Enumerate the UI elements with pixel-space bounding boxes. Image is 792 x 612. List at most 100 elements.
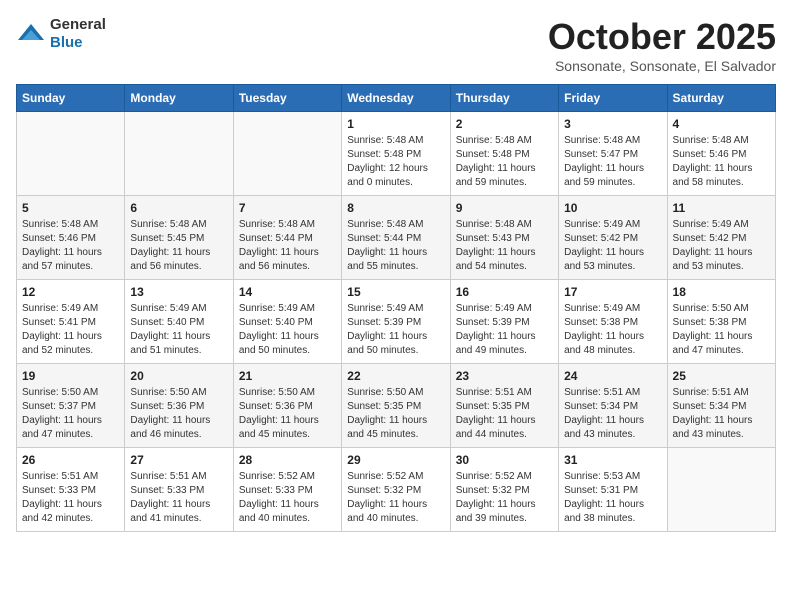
calendar-cell: 20 Sunrise: 5:50 AMSunset: 5:36 PMDayligh…: [125, 364, 233, 448]
calendar-week-5: 26Sunrise: 5:51 AMSunset: 5:33 PMDayligh…: [17, 448, 776, 532]
day-info: Sunrise: 5:50 AMSunset: 5:38 PMDaylight:…: [673, 302, 770, 358]
calendar-cell: 14 Sunrise: 5:49 AMSunset: 5:40 PMDayligh…: [233, 280, 341, 364]
day-number: 20: [130, 369, 227, 383]
day-info: Sunrise: 5:48 AMSunset: 5:45 PMDaylight:…: [130, 218, 227, 274]
day-info: Sunrise: 5:50 AMSunset: 5:36 PMDaylight:…: [239, 386, 336, 442]
calendar-week-3: 12Sunrise: 5:49 AMSunset: 5:41 PMDayligh…: [17, 280, 776, 364]
day-number: 1: [347, 117, 444, 131]
day-number: 16: [456, 285, 553, 299]
day-info: Sunrise: 5:49 AMSunset: 5:42 PMDaylight:…: [564, 218, 661, 274]
day-info: Sunrise: 5:53 AMSunset: 5:31 PMDaylight:…: [564, 470, 661, 526]
day-number: 19: [22, 369, 119, 383]
calendar-cell: 3Sunrise: 5:48 AMSunset: 5:47 PMDaylight…: [559, 112, 667, 196]
day-info: Sunrise: 5:49 AMSunset: 5:40 PMDaylight:…: [130, 302, 227, 358]
day-number: 18: [673, 285, 770, 299]
day-number: 10: [564, 201, 661, 215]
header-sunday: Sunday: [17, 85, 125, 112]
day-number: 6: [130, 201, 227, 215]
day-number: 4: [673, 117, 770, 131]
day-info: Sunrise: 5:52 AMSunset: 5:32 PMDaylight:…: [456, 470, 553, 526]
day-number: 31: [564, 453, 661, 467]
calendar-cell: 9 Sunrise: 5:48 AMSunset: 5:43 PMDaylight…: [450, 196, 558, 280]
day-number: 17: [564, 285, 661, 299]
day-number: 8: [347, 201, 444, 215]
day-info: Sunrise: 5:51 AMSunset: 5:34 PMDaylight:…: [673, 386, 770, 442]
day-number: 27: [130, 453, 227, 467]
day-number: 15: [347, 285, 444, 299]
day-number: 25: [673, 369, 770, 383]
day-number: 11: [673, 201, 770, 215]
calendar-cell: 4 Sunrise: 5:48 AMSunset: 5:46 PMDaylight…: [667, 112, 775, 196]
day-info: Sunrise: 5:51 AMSunset: 5:35 PMDaylight:…: [456, 386, 553, 442]
calendar-cell: 16 Sunrise: 5:49 AMSunset: 5:39 PMDayligh…: [450, 280, 558, 364]
day-info: Sunrise: 5:48 AMSunset: 5:44 PMDaylight:…: [347, 218, 444, 274]
day-info: Sunrise: 5:48 AMSunset: 5:46 PMDaylight:…: [673, 134, 770, 190]
header-tuesday: Tuesday: [233, 85, 341, 112]
day-info: Sunrise: 5:49 AMSunset: 5:39 PMDaylight:…: [456, 302, 553, 358]
day-number: 30: [456, 453, 553, 467]
day-info: Sunrise: 5:51 AMSunset: 5:33 PMDaylight:…: [130, 470, 227, 526]
title-area: October 2025 Sonsonate, Sonsonate, El Sa…: [548, 16, 776, 74]
day-info: Sunrise: 5:52 AMSunset: 5:32 PMDaylight:…: [347, 470, 444, 526]
calendar-week-4: 19 Sunrise: 5:50 AMSunset: 5:37 PMDayligh…: [17, 364, 776, 448]
calendar-cell: [17, 112, 125, 196]
day-info: Sunrise: 5:51 AMSunset: 5:33 PMDaylight:…: [22, 470, 119, 526]
calendar-cell: 26Sunrise: 5:51 AMSunset: 5:33 PMDayligh…: [17, 448, 125, 532]
day-info: Sunrise: 5:48 AMSunset: 5:48 PMDaylight:…: [456, 134, 553, 190]
day-number: 9: [456, 201, 553, 215]
logo-general: General: [50, 16, 106, 33]
calendar-cell: 8 Sunrise: 5:48 AMSunset: 5:44 PMDaylight…: [342, 196, 450, 280]
day-info: Sunrise: 5:49 AMSunset: 5:41 PMDaylight:…: [22, 302, 119, 358]
location-subtitle: Sonsonate, Sonsonate, El Salvador: [548, 58, 776, 74]
day-info: Sunrise: 5:48 AMSunset: 5:43 PMDaylight:…: [456, 218, 553, 274]
calendar-cell: 31 Sunrise: 5:53 AMSunset: 5:31 PMDayligh…: [559, 448, 667, 532]
calendar-cell: 11 Sunrise: 5:49 AMSunset: 5:42 PMDayligh…: [667, 196, 775, 280]
calendar-cell: 25 Sunrise: 5:51 AMSunset: 5:34 PMDayligh…: [667, 364, 775, 448]
calendar-week-1: 1 Sunrise: 5:48 AMSunset: 5:48 PMDaylight…: [17, 112, 776, 196]
day-info: Sunrise: 5:52 AMSunset: 5:33 PMDaylight:…: [239, 470, 336, 526]
calendar-table: SundayMondayTuesdayWednesdayThursdayFrid…: [16, 84, 776, 532]
day-info: Sunrise: 5:48 AMSunset: 5:47 PMDaylight:…: [564, 134, 661, 190]
calendar-cell: 1Sunrise: 5:48 AMSunset: 5:48 PMDaylight…: [342, 112, 450, 196]
day-info: Sunrise: 5:49 AMSunset: 5:42 PMDaylight:…: [673, 218, 770, 274]
calendar-cell: 12Sunrise: 5:49 AMSunset: 5:41 PMDayligh…: [17, 280, 125, 364]
day-number: 24: [564, 369, 661, 383]
day-number: 29: [347, 453, 444, 467]
day-number: 22: [347, 369, 444, 383]
calendar-cell: 13Sunrise: 5:49 AMSunset: 5:40 PMDayligh…: [125, 280, 233, 364]
day-info: Sunrise: 5:49 AMSunset: 5:38 PMDaylight:…: [564, 302, 661, 358]
logo: General Blue: [16, 16, 106, 52]
day-info: Sunrise: 5:50 AMSunset: 5:36 PMDaylight:…: [130, 386, 227, 442]
calendar-cell: 10 Sunrise: 5:49 AMSunset: 5:42 PMDayligh…: [559, 196, 667, 280]
day-info: Sunrise: 5:50 AMSunset: 5:35 PMDaylight:…: [347, 386, 444, 442]
day-number: 23: [456, 369, 553, 383]
calendar-cell: [233, 112, 341, 196]
day-info: Sunrise: 5:50 AMSunset: 5:37 PMDaylight:…: [22, 386, 119, 442]
header-saturday: Saturday: [667, 85, 775, 112]
calendar-cell: [667, 448, 775, 532]
day-number: 7: [239, 201, 336, 215]
day-info: Sunrise: 5:49 AMSunset: 5:39 PMDaylight:…: [347, 302, 444, 358]
day-info: Sunrise: 5:48 AMSunset: 5:44 PMDaylight:…: [239, 218, 336, 274]
calendar-cell: [125, 112, 233, 196]
calendar-header-row: SundayMondayTuesdayWednesdayThursdayFrid…: [17, 85, 776, 112]
page-header: General Blue October 2025 Sonsonate, Son…: [16, 16, 776, 74]
header-thursday: Thursday: [450, 85, 558, 112]
day-number: 14: [239, 285, 336, 299]
header-monday: Monday: [125, 85, 233, 112]
day-info: Sunrise: 5:51 AMSunset: 5:34 PMDaylight:…: [564, 386, 661, 442]
header-wednesday: Wednesday: [342, 85, 450, 112]
calendar-cell: 27 Sunrise: 5:51 AMSunset: 5:33 PMDayligh…: [125, 448, 233, 532]
day-number: 21: [239, 369, 336, 383]
logo-text: General Blue: [50, 16, 106, 52]
calendar-cell: 15 Sunrise: 5:49 AMSunset: 5:39 PMDayligh…: [342, 280, 450, 364]
day-info: Sunrise: 5:49 AMSunset: 5:40 PMDaylight:…: [239, 302, 336, 358]
calendar-cell: 19 Sunrise: 5:50 AMSunset: 5:37 PMDayligh…: [17, 364, 125, 448]
calendar-cell: 17 Sunrise: 5:49 AMSunset: 5:38 PMDayligh…: [559, 280, 667, 364]
day-number: 5: [22, 201, 119, 215]
day-info: Sunrise: 5:48 AMSunset: 5:46 PMDaylight:…: [22, 218, 119, 274]
logo-blue: Blue: [50, 34, 83, 51]
calendar-cell: 24 Sunrise: 5:51 AMSunset: 5:34 PMDayligh…: [559, 364, 667, 448]
calendar-cell: 2Sunrise: 5:48 AMSunset: 5:48 PMDaylight…: [450, 112, 558, 196]
logo-icon: [16, 22, 46, 46]
